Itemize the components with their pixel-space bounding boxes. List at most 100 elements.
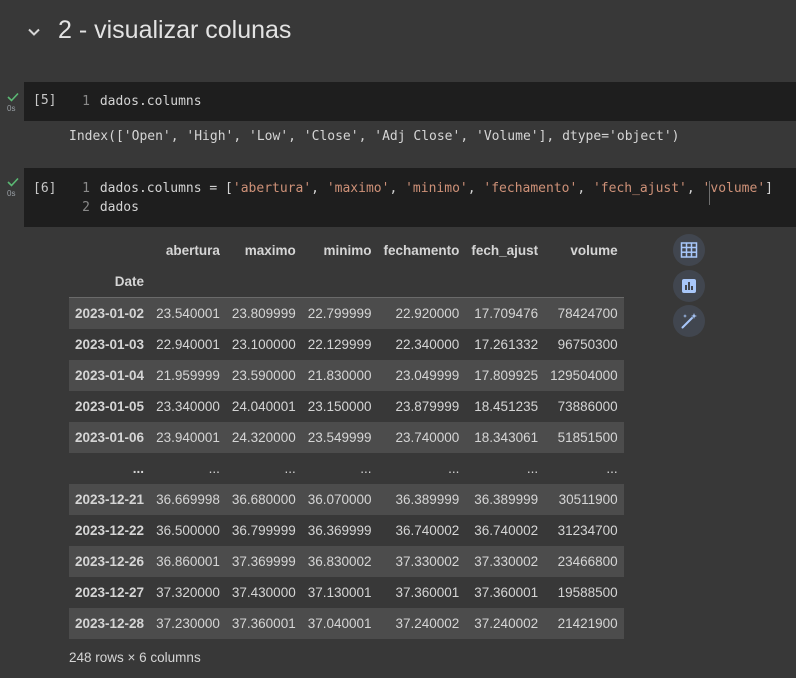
code-token: , <box>686 181 703 196</box>
table-cell: 23.740000 <box>395 430 460 445</box>
table-cell: 36.389999 <box>474 492 539 507</box>
table-cell: 18.343061 <box>474 430 539 445</box>
table-cell: 37.360001 <box>474 585 539 600</box>
table-cell: 36.680000 <box>231 492 296 507</box>
table-cell: 37.430000 <box>231 585 296 600</box>
code-editor[interactable]: 1 dados.columns <box>78 92 202 111</box>
row-index: 2023-12-22 <box>75 523 145 538</box>
table-cell: 36.070000 <box>307 492 372 507</box>
table-cell: 36.500000 <box>156 523 220 538</box>
table-row: 2023-12-21 36.669998 36.680000 36.070000 36.… <box>69 484 624 515</box>
cell-status-gutter: 0s <box>0 177 24 207</box>
table-cell: 23.940001 <box>156 430 220 445</box>
table-cell: ... <box>284 461 296 476</box>
table-cell: 18.451235 <box>474 399 539 414</box>
table-row: 2023-01-03 22.940001 23.100000 22.129999 22.… <box>69 329 624 360</box>
code-line: dados <box>99 200 139 215</box>
code-cell-input[interactable]: [6] 1 dados.columns = ['abertura', 'maxi… <box>24 168 796 227</box>
code-cell-input[interactable]: [5] 1 dados.columns <box>24 82 796 121</box>
table-cell: 23.100000 <box>231 337 296 352</box>
cell-output: Index(['Open', 'High', 'Low', 'Close', '… <box>69 129 680 144</box>
header-row: abertura maximo minimo fechamento fech_a… <box>69 234 624 266</box>
code-editor[interactable]: 1 dados.columns = ['abertura', 'maximo',… <box>78 179 773 217</box>
table-row: 2023-12-28 37.230000 37.360001 37.040001 37.… <box>69 608 624 639</box>
table-cell: 51851500 <box>557 430 618 445</box>
column-header: maximo <box>244 242 296 258</box>
table-row: ..................... <box>69 453 624 484</box>
text-cursor <box>709 181 710 205</box>
table-cell: 19588500 <box>557 585 618 600</box>
chevron-down-icon[interactable] <box>24 22 44 42</box>
table-row: 2023-12-22 36.500000 36.799999 36.369999 36.… <box>69 515 624 546</box>
table-cell: ... <box>208 461 220 476</box>
table-row: 2023-01-02 23.540001 23.809999 22.799999 22.… <box>69 297 624 329</box>
string-token: 'minimo' <box>405 181 468 196</box>
cell-status-gutter: 0s <box>0 92 24 122</box>
table-cell: 36.389999 <box>395 492 460 507</box>
table-cell: 22.799999 <box>307 306 372 321</box>
row-index: 2023-12-26 <box>75 554 145 569</box>
string-token: 'fechamento' <box>483 181 578 196</box>
table-row: 2023-01-04 21.959999 23.590000 21.830000 23.… <box>69 360 624 391</box>
table-cell: 78424700 <box>557 306 618 321</box>
table-cell: 23.150000 <box>307 399 372 414</box>
table-cell: 37.240002 <box>474 616 539 631</box>
generate-code-button[interactable] <box>673 305 705 337</box>
code-token: , <box>577 181 593 196</box>
table-cell: 21421900 <box>557 616 618 631</box>
index-name: Date <box>69 266 151 298</box>
table-cell: 23.340000 <box>156 399 220 414</box>
string-token: 'volume' <box>702 181 766 196</box>
column-header: fech_ajust <box>471 242 539 258</box>
column-header: minimo <box>323 242 372 258</box>
convert-to-interactive-table-button[interactable] <box>673 234 705 266</box>
table-cell: 22.940001 <box>156 337 220 352</box>
table-cell: 36.830002 <box>307 554 372 569</box>
table-row: 2023-01-06 23.940001 24.320000 23.549999 23.… <box>69 422 624 453</box>
table-cell: ... <box>448 461 460 476</box>
string-token: 'abertura' <box>232 181 312 196</box>
table-cell: 37.130001 <box>307 585 372 600</box>
table-cell: 36.369999 <box>307 523 372 538</box>
table-cell: 17.261332 <box>474 337 539 352</box>
table-icon <box>680 242 698 258</box>
table-cell: 30511900 <box>558 492 618 507</box>
table-cell: 23.879999 <box>395 399 460 414</box>
table-cell: 17.809925 <box>474 368 539 383</box>
table-cell: 22.920000 <box>395 306 460 321</box>
table-cell: 37.330002 <box>474 554 539 569</box>
table-cell: 24.040001 <box>231 399 296 414</box>
section-title: 2 - visualizar colunas <box>58 16 292 44</box>
check-icon <box>7 177 19 187</box>
table-cell: 37.330002 <box>395 554 460 569</box>
table-cell: 21.830000 <box>307 368 372 383</box>
index-name-row: Date <box>69 266 624 298</box>
table-cell: 23.590000 <box>231 368 296 383</box>
table-cell: 24.320000 <box>231 430 296 445</box>
line-number: 1 <box>82 181 90 196</box>
table-cell: 36.669998 <box>156 492 220 507</box>
suggest-charts-button[interactable] <box>673 270 705 302</box>
table-cell: 37.320000 <box>156 585 220 600</box>
execution-time: 0s <box>7 189 16 198</box>
row-index: 2023-12-21 <box>75 492 145 507</box>
row-index: 2023-01-04 <box>75 368 145 383</box>
row-index: 2023-01-05 <box>75 399 145 414</box>
table-cell: 17.709476 <box>474 306 539 321</box>
table-cell: 23.049999 <box>395 368 460 383</box>
table-cell: 37.230000 <box>156 616 220 631</box>
table-cell: 23466800 <box>557 554 618 569</box>
table-cell: 37.240002 <box>395 616 460 631</box>
line-number: 1 <box>82 94 90 109</box>
table-row: 2023-01-05 23.340000 24.040001 23.150000 23.… <box>69 391 624 422</box>
code-line: dados.columns <box>99 94 202 109</box>
table-row: 2023-12-26 36.860001 37.369999 36.830002 37.… <box>69 546 624 577</box>
row-index: 2023-01-02 <box>75 306 145 321</box>
column-header: fechamento <box>383 242 460 258</box>
dataframe-shape: 248 rows × 6 columns <box>69 650 201 665</box>
line-number: 2 <box>82 200 90 215</box>
row-index: 2023-01-06 <box>75 430 145 445</box>
string-token: 'fech_ajust' <box>592 181 687 196</box>
section-header[interactable]: 2 - visualizar colunas <box>0 0 796 66</box>
table-cell: ... <box>526 461 539 476</box>
